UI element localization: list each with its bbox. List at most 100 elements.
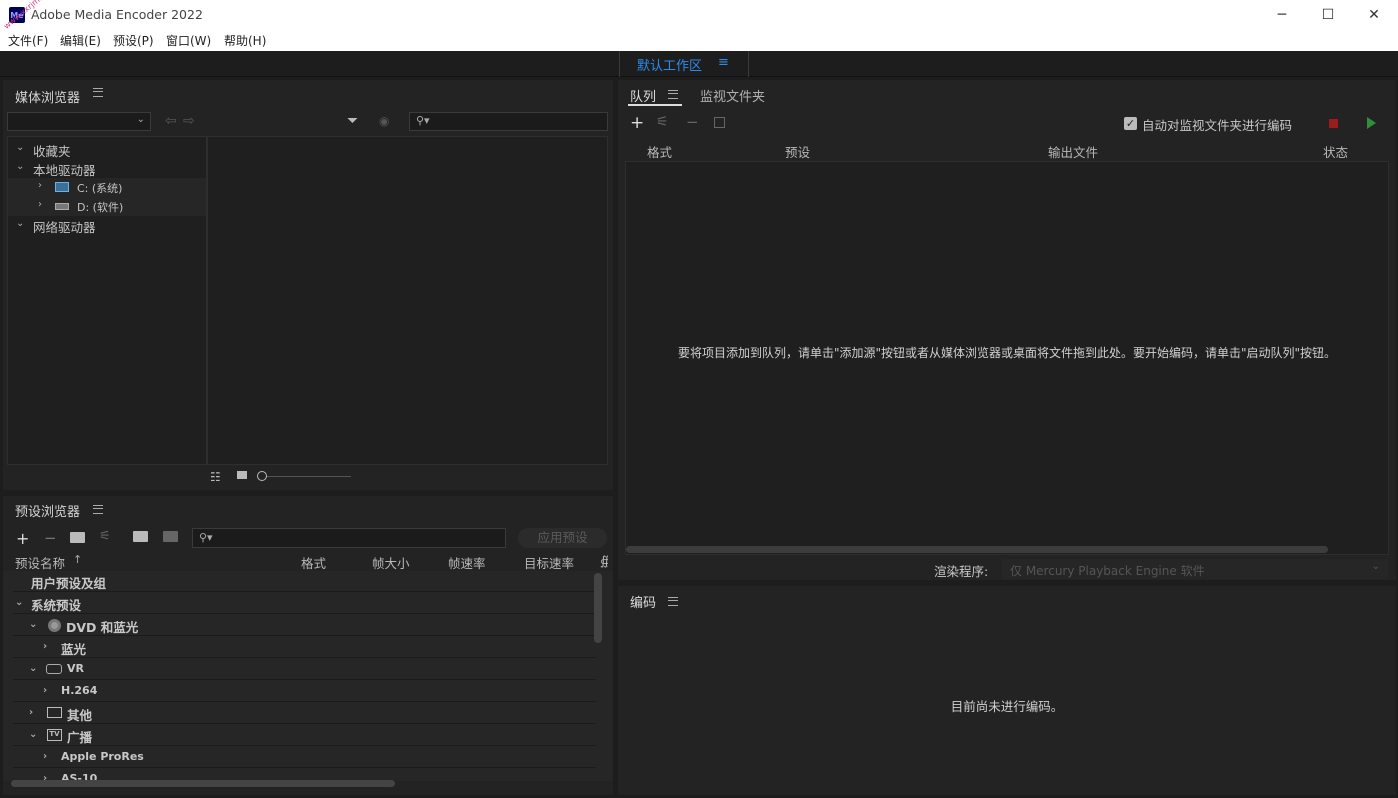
encoding-empty-message: 目前尚未进行编码。 [618,696,1396,715]
zoom-slider-handle[interactable] [257,471,267,481]
encoding-title: 编码 [630,592,656,611]
tree-item-local-drives[interactable]: ⌄ 本地驱动器 [8,159,206,178]
queue-list[interactable]: 要将项目添加到队列，请单击"添加源"按钮或者从媒体浏览器或桌面将文件拖到此处。要… [625,161,1389,555]
preset-settings-icon[interactable]: ⚟ [99,529,111,544]
preset-row-bluray[interactable]: › 蓝光 [13,637,596,658]
preset-browser-title: 预设浏览器 [15,501,80,520]
chevron-right-icon: › [43,641,47,652]
tree-item-network-drives[interactable]: ⌄ 网络驱动器 [8,216,206,235]
col-target-rate[interactable]: 目标速率 [524,553,574,572]
col-format[interactable]: 格式 [647,142,672,161]
back-arrow-icon[interactable]: ⇦ [165,113,177,129]
maximize-button[interactable]: ☐ [1305,0,1351,30]
minimize-button[interactable]: ─ [1259,0,1305,30]
col-frame-rate[interactable]: 帧速率 [448,553,486,572]
renderer-label: 渲染程序: [934,561,988,580]
panel-menu-icon[interactable] [93,88,103,97]
media-browser-title: 媒体浏览器 [15,87,80,106]
col-frame-size[interactable]: 帧大小 [372,553,410,572]
panel-menu-icon[interactable] [668,597,678,606]
horizontal-scrollbar[interactable] [626,546,1328,553]
stop-queue-icon[interactable] [1329,119,1338,128]
col-status[interactable]: 状态 [1323,142,1348,161]
preset-row-vr[interactable]: ⌄ VR [13,659,596,680]
auto-encode-label: 自动对监视文件夹进行编码 [1142,115,1292,134]
start-queue-icon[interactable] [1367,117,1376,129]
chevron-down-icon: ⌄ [29,729,37,740]
chevron-down-icon: ⌄ [16,218,24,229]
col-format[interactable]: 格式 [301,553,326,572]
queue-settings-icon[interactable]: ⚟ [656,114,669,130]
preset-row-dvd-bluray[interactable]: ⌄ DVD 和蓝光 [13,615,596,636]
tab-queue[interactable]: 队列 [630,86,656,105]
remove-preset-icon[interactable]: − [44,529,57,547]
new-group-icon[interactable] [70,532,85,543]
menu-file[interactable]: 文件(F) [8,32,48,49]
tab-watch-folders[interactable]: 监视文件夹 [700,86,765,105]
media-search-input[interactable]: ⚲▾ [409,112,608,131]
search-icon: ⚲▾ [199,531,213,544]
thumbnail-view-icon[interactable] [237,471,247,479]
tree-item-favorites[interactable]: ⌄ 收藏夹 [8,140,206,159]
chevron-right-icon: › [38,199,42,210]
col-output-file[interactable]: 输出文件 [1048,142,1098,161]
zoom-slider-track[interactable] [267,476,351,477]
workspace-menu-icon[interactable]: ≡ [718,55,729,70]
tv-icon: TV [47,729,62,741]
preset-search-input[interactable]: ⚲▾ [192,528,506,548]
vertical-scrollbar[interactable] [594,573,602,643]
window-title: Adobe Media Encoder 2022 [31,7,203,22]
tree-item-drive-c[interactable]: › C: (系统) [8,178,206,197]
chevron-right-icon: › [29,707,33,718]
workspace-bar: 默认工作区 ≡ [0,51,1398,77]
chevron-right-icon: › [38,180,42,191]
import-preset-icon[interactable] [133,531,148,542]
queue-table-header: 格式 预设 输出文件 状态 [625,140,1389,160]
duplicate-icon[interactable] [714,117,725,128]
menu-edit[interactable]: 编辑(E) [60,32,101,49]
add-source-icon[interactable]: + [630,113,644,133]
preset-row-h264[interactable]: › H.264 [13,681,596,702]
menu-preset[interactable]: 预设(P) [113,32,154,49]
eye-icon[interactable]: ◉ [379,114,389,128]
export-preset-icon[interactable] [163,531,178,542]
tree-item-drive-d[interactable]: › D: (软件) [8,197,206,216]
preset-table-header: 预设名称 ↑ 格式 帧大小 帧速率 目标速率 ∰ [3,551,613,571]
add-preset-icon[interactable]: + [16,529,29,548]
col-truncated[interactable]: ∰ [600,553,608,568]
location-dropdown[interactable]: ⌄ [7,112,151,131]
menu-window[interactable]: 窗口(W) [166,32,211,49]
auto-encode-checkbox[interactable]: ✓ [1124,117,1137,130]
tree-panel: ⌄ 收藏夹 ⌄ 本地驱动器 › C: (系统) › D: (软件) ⌄ 网络驱动… [7,136,207,465]
content-area [207,136,608,465]
tab-queue-underline [628,104,682,106]
apply-preset-button[interactable]: 应用预设 [518,528,607,548]
preset-row-apple-prores[interactable]: › Apple ProRes [13,747,596,768]
preset-row-broadcast[interactable]: ⌄ TV 广播 [13,725,596,746]
col-preset-name[interactable]: 预设名称 [15,553,65,572]
panel-menu-icon[interactable] [93,505,103,514]
renderer-dropdown[interactable]: 仅 Mercury Playback Engine 软件 ⌄ [1002,559,1388,579]
forward-arrow-icon[interactable]: ⇨ [183,113,195,129]
col-preset[interactable]: 预设 [785,142,810,161]
search-icon: ⚲▾ [416,114,430,127]
preset-row-user-presets[interactable]: 用户预设及组 [13,571,596,592]
close-button[interactable]: ✕ [1351,0,1397,30]
chevron-down-icon: ⌄ [137,114,145,125]
workspace-tab-default[interactable]: 默认工作区 [637,55,702,74]
sort-up-icon: ↑ [73,553,82,566]
encoding-panel: 编码 目前尚未进行编码。 [618,586,1396,795]
chevron-down-icon: ⌄ [16,161,24,172]
preset-list: 用户预设及组 ⌄ 系统预设 ⌄ DVD 和蓝光 › 蓝光 ⌄ VR › H.26… [3,571,613,781]
panel-menu-icon[interactable] [668,90,678,99]
filter-icon[interactable]: ⏷ [347,113,358,129]
horizontal-scrollbar[interactable] [11,780,395,787]
menu-help[interactable]: 帮助(H) [224,32,266,49]
preset-row-other[interactable]: › 其他 [13,703,596,724]
remove-icon[interactable]: − [686,113,699,131]
list-view-icon[interactable]: ☷ [210,470,221,484]
media-browser-panel: 媒体浏览器 ⌄ ⇦ ⇨ ⏷ ◉ ⚲▾ ⌄ 收藏夹 ⌄ 本地驱动器 › C: (系… [3,80,613,490]
chevron-right-icon: › [43,685,47,696]
preset-row-system-presets[interactable]: ⌄ 系统预设 [13,593,596,614]
title-bar: Me Adobe Media Encoder 2022 ─ ☐ ✕ [0,0,1398,30]
